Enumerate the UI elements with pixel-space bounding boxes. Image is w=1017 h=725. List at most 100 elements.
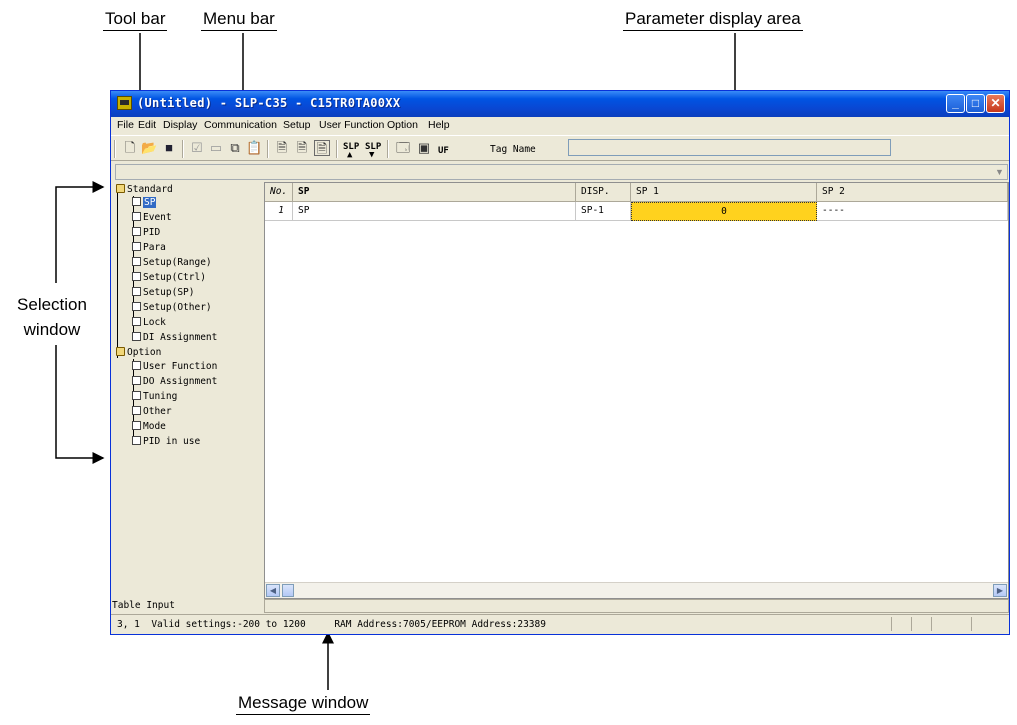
table-cell-no: 1 (265, 202, 293, 221)
window-title: (Untitled) - SLP-C35 - C15TR0TA00XX (137, 96, 401, 110)
column-header-disp[interactable]: DISP. (576, 183, 631, 202)
status-pane-divider (971, 617, 972, 631)
tool-bar: 🗋 📂 ■ ☑ ▭ ⧉ 📋 🗎 🗎 🗎 SLP ▲ SLP ▼ 🗔 ▣ UF Tag… (111, 135, 1009, 161)
status-pane-divider (891, 617, 892, 631)
status-pane-divider (911, 617, 912, 631)
menu-edit[interactable]: Edit (138, 119, 156, 131)
toolbar-separator (267, 140, 269, 158)
document-icon (132, 197, 141, 206)
application-window: (Untitled) - SLP-C35 - C15TR0TA00XX _ □ … (110, 90, 1010, 635)
page3-icon[interactable]: 🗎 (314, 140, 330, 156)
table-cell-sp2[interactable]: ---- (817, 202, 1008, 221)
document-icon (132, 242, 141, 251)
tree-connector (117, 189, 118, 358)
toolbar-separator (182, 140, 184, 158)
minimize-icon[interactable]: _ (946, 94, 965, 113)
tree-folder-option[interactable]: Option (116, 346, 161, 359)
document-icon (132, 302, 141, 311)
column-header-sp2[interactable]: SP 2 (817, 183, 1008, 202)
document-icon (132, 257, 141, 266)
slp-upload-icon[interactable]: SLP ▲ (343, 140, 359, 160)
menu-communication[interactable]: Communication (204, 119, 277, 131)
tree-item-pid[interactable]: PID (132, 226, 160, 239)
parameter-display-area: No. SP DISP. SP 1 SP 2 1 SP SP-1 0 ---- … (264, 182, 1009, 599)
document-icon (132, 212, 141, 221)
menu-user-function[interactable]: User Function (319, 119, 384, 131)
document-icon (132, 406, 141, 415)
tag-name-field[interactable] (568, 139, 891, 156)
menu-bar: File Edit Display Communication Setup Us… (111, 117, 1009, 135)
tree-item-setup-sp[interactable]: Setup(SP) (132, 286, 194, 299)
slp-download-icon[interactable]: SLP ▼ (365, 140, 381, 160)
table-cell-sp1-selected[interactable]: 0 (631, 202, 817, 221)
app-icon[interactable] (117, 96, 132, 110)
status-pane-divider (931, 617, 932, 631)
column-header-no[interactable]: No. (265, 183, 293, 202)
new-icon[interactable]: 🗋 (122, 140, 138, 156)
tree-item-tuning[interactable]: Tuning (132, 390, 177, 403)
document-icon (132, 317, 141, 326)
message-window (264, 599, 1009, 613)
chevron-down-icon[interactable]: ▼ (992, 165, 1007, 179)
copy-icon[interactable]: ⧉ (227, 140, 243, 156)
save-icon[interactable]: ■ (161, 140, 177, 156)
tree-item-event[interactable]: Event (132, 211, 172, 224)
close-icon[interactable]: ✕ (986, 94, 1005, 113)
uf-icon[interactable]: UF (437, 140, 453, 156)
scroll-left-icon[interactable]: ◀ (266, 584, 280, 597)
document-icon (132, 332, 141, 341)
tree-item-setup-ctrl[interactable]: Setup(Ctrl) (132, 271, 206, 284)
open-icon[interactable]: 📂 (141, 140, 157, 156)
status-text: 3, 1 Valid settings:-200 to 1200 RAM Add… (117, 619, 546, 630)
document-icon (132, 272, 141, 281)
selection-window-arrow-bottom (55, 345, 105, 464)
selection-window-arrow-top (55, 181, 105, 283)
page1-icon[interactable]: 🗎 (274, 140, 290, 156)
document-icon (132, 391, 141, 400)
document-icon (132, 421, 141, 430)
check-icon[interactable]: ☑ (189, 140, 205, 156)
column-header-sp[interactable]: SP (293, 183, 576, 202)
maximize-icon[interactable]: □ (966, 94, 985, 113)
table-cell-name: SP (293, 202, 576, 221)
column-header-sp1[interactable]: SP 1 (631, 183, 817, 202)
menu-setup[interactable]: Setup (283, 119, 310, 131)
tree-item-setup-other[interactable]: Setup(Other) (132, 301, 212, 314)
document-icon (132, 436, 141, 445)
toolbar-separator (387, 140, 389, 158)
status-bar: 3, 1 Valid settings:-200 to 1200 RAM Add… (111, 614, 1009, 634)
tree-item-setup-range[interactable]: Setup(Range) (132, 256, 212, 269)
menu-help[interactable]: Help (428, 119, 450, 131)
disabled-icon[interactable]: ▭ (208, 140, 224, 156)
uf-label: UF (438, 146, 449, 156)
scroll-right-icon[interactable]: ▶ (993, 584, 1007, 597)
tree-item-di-assignment[interactable]: DI Assignment (132, 331, 217, 344)
tree-item-mode[interactable]: Mode (132, 420, 166, 433)
tree-item-sp[interactable]: SP (132, 196, 157, 209)
properties-icon[interactable]: 🗔 (395, 140, 411, 156)
tree-item-do-assignment[interactable]: DO Assignment (132, 375, 217, 388)
scroll-thumb[interactable] (282, 584, 294, 597)
menu-file[interactable]: File (117, 119, 134, 131)
tree-item-pid-in-use[interactable]: PID in use (132, 435, 200, 448)
table-input-label: Table Input (112, 600, 175, 611)
horizontal-scrollbar[interactable]: ◀ ▶ (265, 582, 1008, 598)
menu-display[interactable]: Display (163, 119, 197, 131)
tag-name-label: Tag Name (490, 144, 536, 155)
tree-item-other[interactable]: Other (132, 405, 172, 418)
page2-icon[interactable]: 🗎 (294, 140, 310, 156)
folder-open-icon (116, 184, 125, 193)
image-icon[interactable]: ▣ (416, 140, 432, 156)
tree-item-lock[interactable]: Lock (132, 316, 166, 329)
title-bar[interactable]: (Untitled) - SLP-C35 - C15TR0TA00XX _ □ … (111, 91, 1009, 117)
tree-item-user-function[interactable]: User Function (132, 360, 217, 373)
tree-item-para[interactable]: Para (132, 241, 166, 254)
folder-open-icon (116, 347, 125, 356)
paste-icon[interactable]: 📋 (246, 140, 262, 156)
parameter-selector-combo[interactable]: ▼ (115, 164, 1008, 180)
selection-window: Standard SP Event PID Para Setup(Range) … (112, 182, 262, 599)
document-icon (132, 361, 141, 370)
menu-option[interactable]: Option (387, 119, 418, 131)
tree-folder-standard[interactable]: Standard (116, 183, 173, 196)
table-cell-disp: SP-1 (576, 202, 631, 221)
